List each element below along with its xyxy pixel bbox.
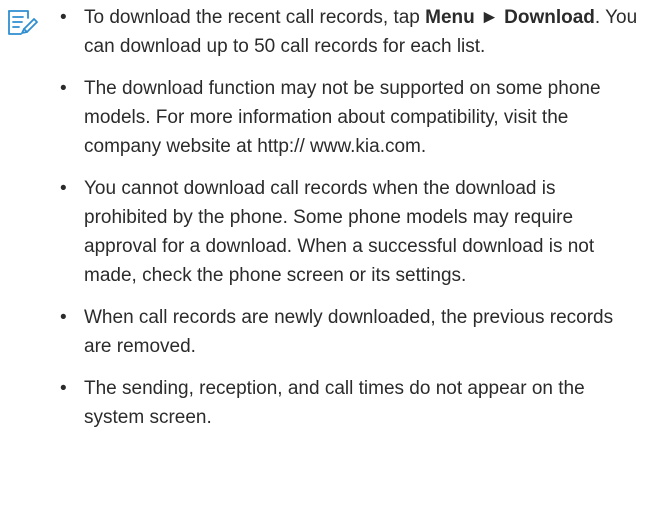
item-text: When call records are newly downloaded, … bbox=[84, 307, 614, 357]
arrow-glyph: ► bbox=[474, 7, 505, 28]
menu-label: Menu bbox=[425, 7, 475, 28]
note-pencil-icon bbox=[8, 10, 38, 35]
download-label: Download bbox=[504, 7, 595, 28]
bullet: • bbox=[60, 307, 67, 328]
note-item-compatibility: • The download function may not be suppo… bbox=[58, 74, 642, 161]
item-text: To download the recent call records, tap bbox=[84, 7, 426, 28]
bullet: • bbox=[60, 78, 67, 99]
item-text: You cannot download call records when th… bbox=[84, 178, 595, 286]
note-item-times-hidden: • The sending, reception, and call times… bbox=[58, 374, 642, 432]
item-text: The download function may not be support… bbox=[84, 78, 601, 157]
note-block: • To download the recent call records, t… bbox=[0, 0, 646, 521]
bullet: • bbox=[60, 178, 67, 199]
note-item-records-removed: • When call records are newly downloaded… bbox=[58, 303, 642, 361]
note-item-download-records: • To download the recent call records, t… bbox=[58, 3, 642, 61]
bullet: • bbox=[60, 378, 67, 399]
item-text: The sending, reception, and call times d… bbox=[84, 378, 585, 428]
note-list: • To download the recent call records, t… bbox=[58, 3, 642, 445]
bullet: • bbox=[60, 7, 67, 28]
note-item-prohibited: • You cannot download call records when … bbox=[58, 174, 642, 290]
